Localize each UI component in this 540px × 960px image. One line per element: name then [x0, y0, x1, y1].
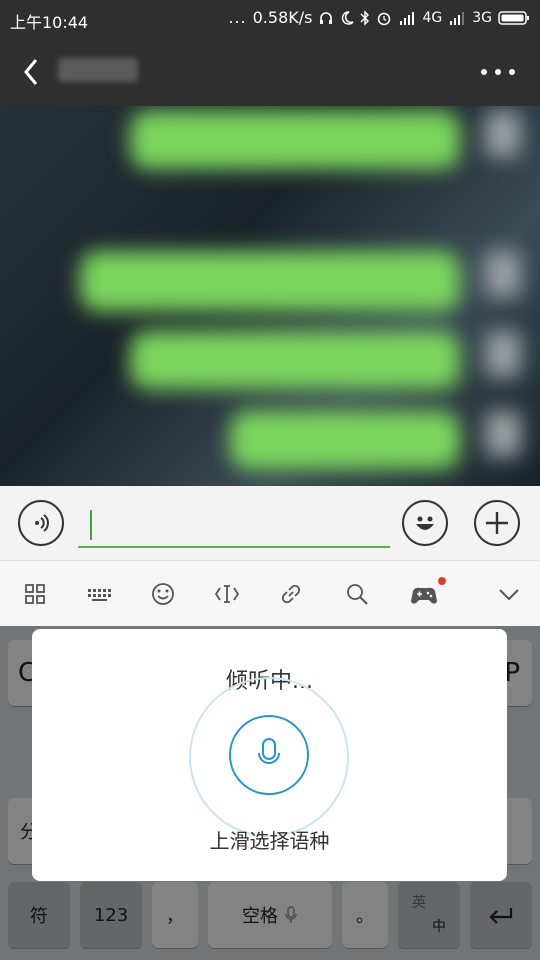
message-bubble — [130, 111, 460, 169]
search-icon[interactable] — [342, 579, 372, 609]
status-icons: ... 0.58K/s 4G 3G — [228, 8, 530, 27]
ime-toolbar — [0, 560, 540, 627]
avatar — [485, 411, 521, 457]
headphones-icon — [320, 11, 333, 24]
network-speed: 0.58K/s — [252, 8, 313, 27]
chevron-left-icon[interactable] — [14, 54, 50, 90]
keyboard-icon[interactable] — [84, 579, 114, 609]
message-input-bar — [0, 486, 540, 560]
chevron-down-icon[interactable] — [494, 579, 524, 609]
message-bubble — [230, 411, 460, 469]
signal-hd-icon — [400, 11, 415, 25]
game-tool[interactable] — [408, 577, 446, 611]
contact-name-redacted — [58, 58, 138, 82]
grid-menu-icon[interactable] — [20, 579, 50, 609]
microphone-icon — [258, 738, 280, 764]
message-input[interactable] — [78, 506, 390, 548]
avatar — [485, 251, 521, 297]
blurred-content — [0, 106, 540, 486]
microphone-button[interactable] — [229, 715, 309, 795]
voice-input-popup: 倾听中... 上滑选择语种 — [32, 629, 507, 881]
emoji-icon — [416, 516, 434, 530]
signal-icon — [450, 11, 465, 25]
notification-dot — [438, 577, 446, 585]
avatar — [485, 331, 521, 377]
text-cursor-icon[interactable] — [212, 579, 242, 609]
more-horizontal-icon[interactable] — [478, 64, 518, 80]
voice-input-icon — [35, 514, 49, 532]
chat-history-blurred — [0, 106, 540, 486]
link-icon[interactable] — [276, 579, 306, 609]
plus-icon — [486, 512, 508, 534]
status-dots: ... — [228, 8, 247, 27]
text-caret — [90, 510, 92, 540]
message-bubble — [130, 331, 460, 389]
status-bar: 上午10:44 ... 0.58K/s 4G 3G — [0, 0, 540, 38]
gamepad-icon — [411, 587, 437, 604]
network-3g: 3G — [472, 9, 492, 26]
more-functions-button[interactable] — [474, 500, 520, 546]
chat-header — [0, 38, 540, 106]
voice-toggle-button[interactable] — [18, 500, 64, 546]
emoji-button[interactable] — [402, 500, 448, 546]
avatar — [485, 111, 521, 157]
battery-icon — [498, 10, 529, 25]
moon-icon — [342, 10, 355, 25]
network-4g: 4G — [422, 9, 443, 26]
message-bubble — [80, 251, 460, 311]
language-select-hint: 上滑选择语种 — [209, 829, 330, 853]
alarm-icon — [378, 12, 391, 25]
smiley-icon[interactable] — [148, 579, 178, 609]
status-time: 上午10:44 — [10, 13, 89, 32]
bluetooth-icon — [360, 9, 370, 26]
